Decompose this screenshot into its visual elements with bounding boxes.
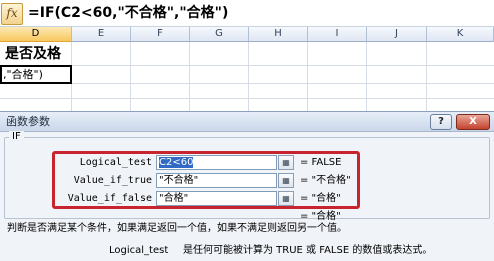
formula-input[interactable]: =IF(C2<60,"不合格","合格")	[28, 2, 228, 24]
column-header-g[interactable]: G	[190, 27, 249, 42]
cell-d2-active[interactable]: ,"合格")	[0, 65, 72, 84]
grid-line	[248, 42, 249, 111]
dialog-title-bar[interactable]: 函数参数 ? X	[0, 112, 494, 132]
insert-function-button[interactable]: fx	[1, 3, 23, 25]
function-name-label: IF	[9, 131, 24, 143]
grid-line	[307, 42, 308, 111]
function-description: 判断是否满足某个条件，如果满足返回一个值，如果不满足则返回另一个值。	[7, 223, 347, 234]
column-header-j[interactable]: J	[367, 27, 427, 42]
grid-line	[130, 42, 131, 111]
column-header-h[interactable]: H	[249, 27, 308, 42]
worksheet-grid: D E F G H I J K 是否及格 ,"合格")	[0, 27, 494, 111]
grid-line	[0, 98, 494, 99]
parameter-name: Logical_test	[109, 245, 169, 256]
column-header-i[interactable]: I	[308, 27, 367, 42]
grid-line	[189, 42, 190, 111]
highlight-frame	[52, 151, 360, 209]
grid-line	[366, 42, 367, 111]
grid-line	[0, 65, 494, 66]
column-header-e[interactable]: E	[72, 27, 131, 42]
column-header-f[interactable]: F	[131, 27, 190, 42]
column-header-k[interactable]: K	[427, 27, 494, 42]
grid-line	[0, 83, 494, 84]
column-header-d[interactable]: D	[0, 27, 72, 42]
formula-bar: fx =IF(C2<60,"不合格","合格")	[0, 0, 494, 27]
grid-line	[426, 42, 427, 111]
close-button[interactable]: X	[456, 114, 490, 130]
parameter-description: 是任何可能被计算为 TRUE 或 FALSE 的数值或表达式。	[183, 245, 433, 256]
help-button[interactable]: ?	[430, 114, 452, 130]
cell-d1[interactable]: 是否及格	[0, 43, 68, 66]
dialog-title: 函数参数	[6, 115, 50, 128]
